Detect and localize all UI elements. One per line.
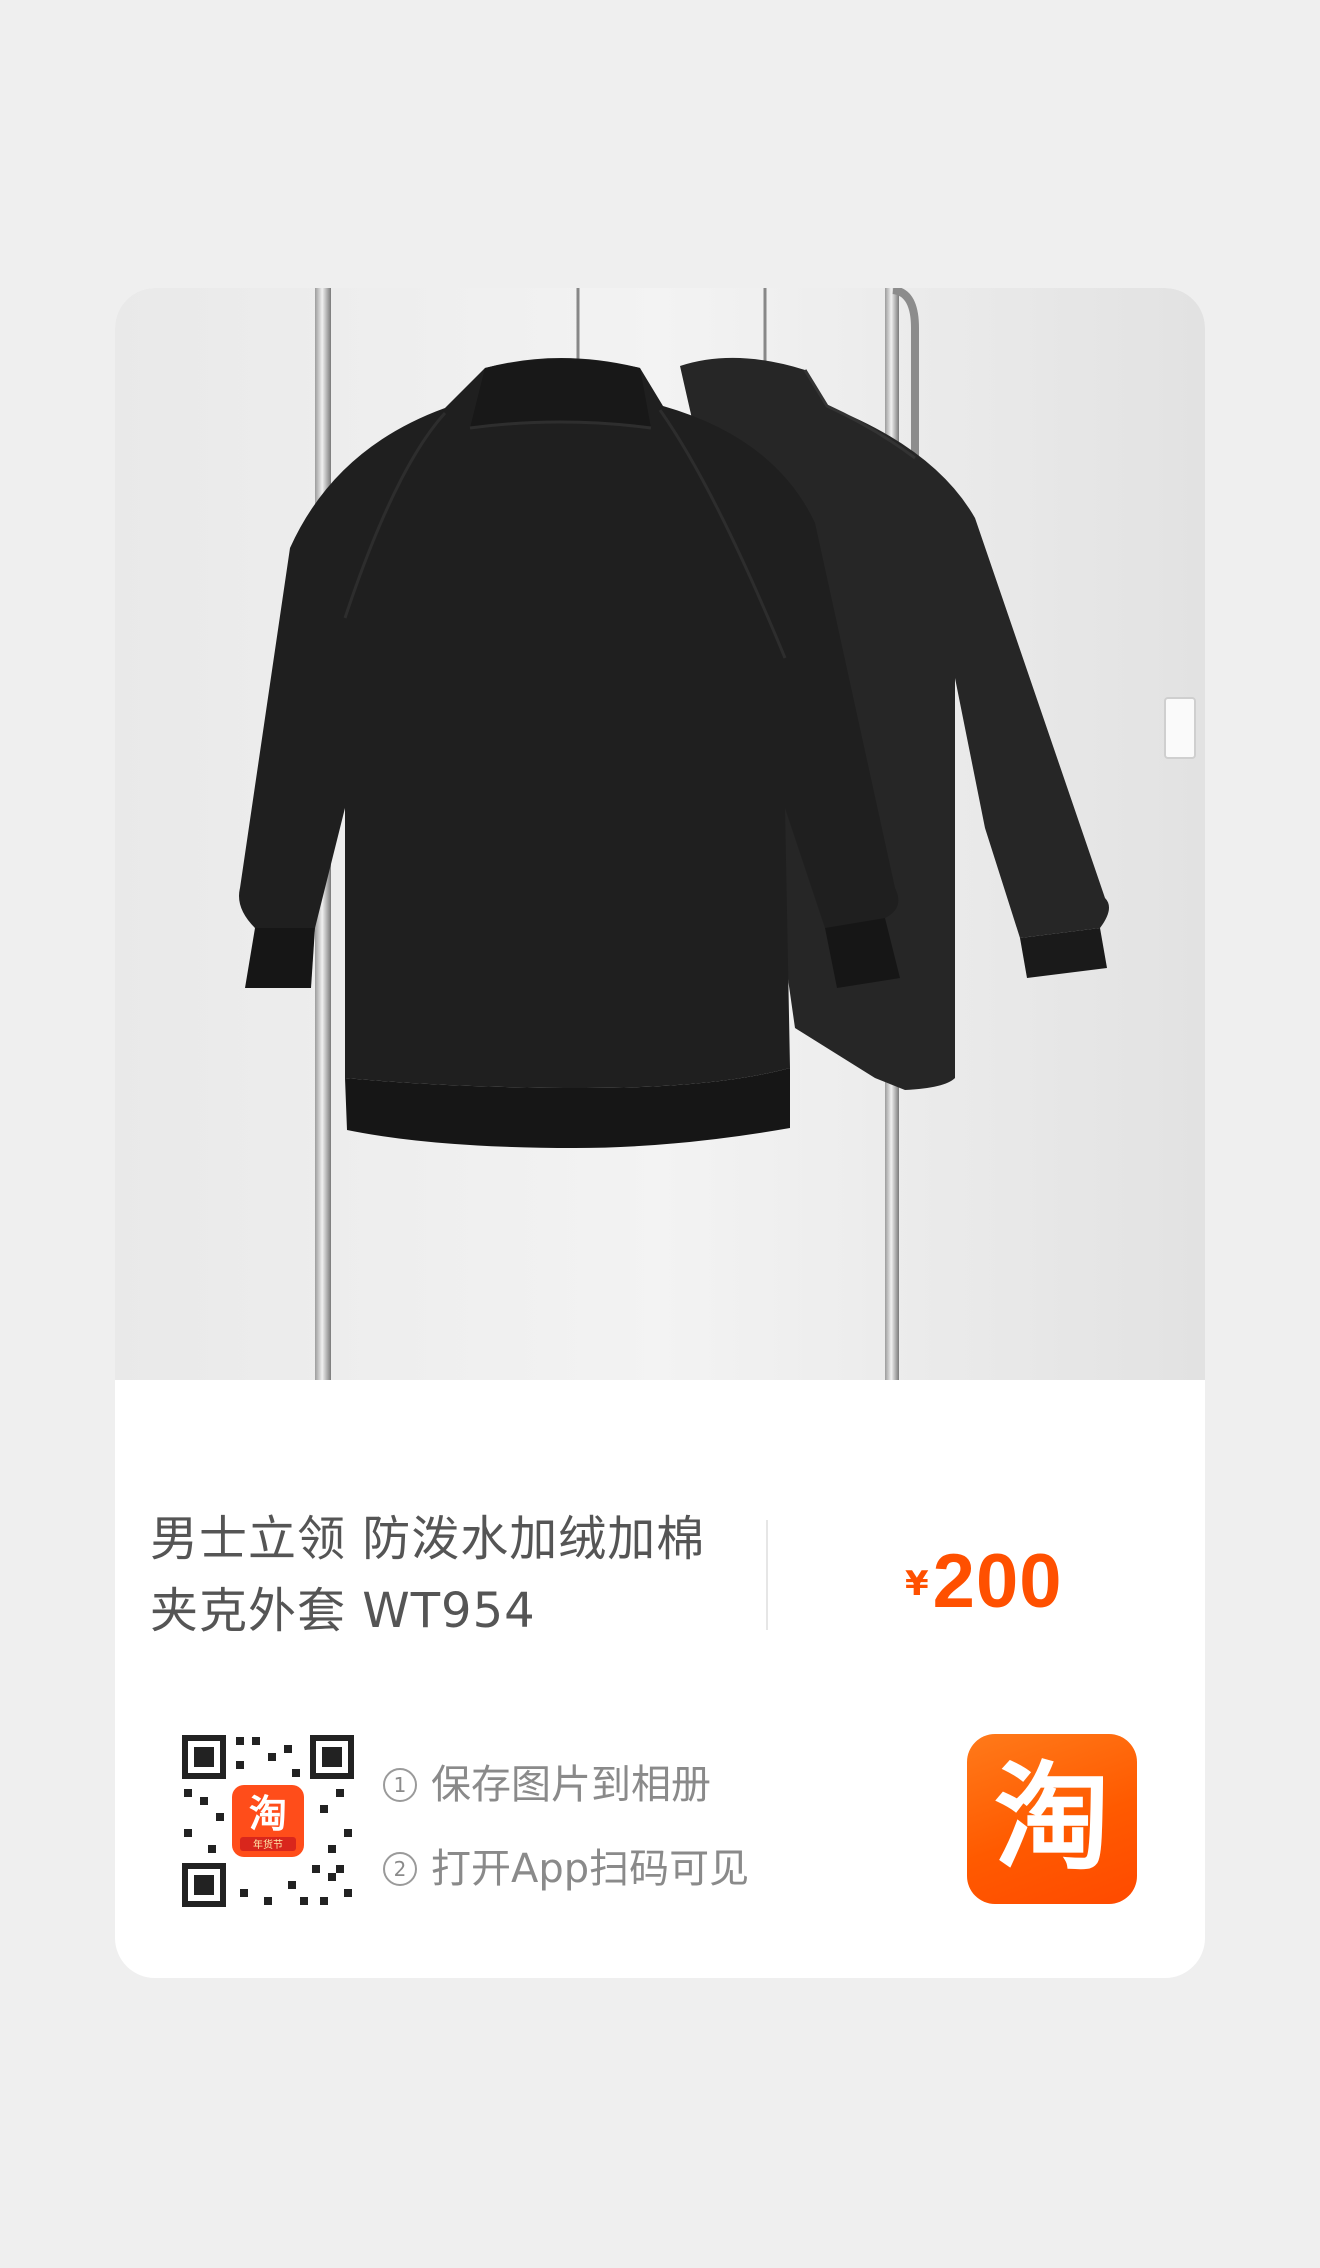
step-text: 保存图片到相册	[431, 1762, 711, 1808]
price-value: 200	[932, 1539, 1063, 1624]
qr-badge-subtitle: 年货节	[253, 1838, 283, 1851]
step-item: 1 保存图片到相册	[383, 1743, 749, 1827]
step-number-icon: 1	[383, 1768, 417, 1802]
divider	[766, 1520, 768, 1630]
product-title-line-1: 男士立领 防泼水加绒加棉	[150, 1511, 706, 1567]
product-price: ¥200	[905, 1538, 1062, 1625]
share-card: 男士立领 防泼水加绒加棉 夹克外套 WT954 ¥200 淘 年货节 1 保存图…	[115, 288, 1205, 1978]
qr-code: 淘 年货节	[180, 1733, 356, 1909]
taobao-logo-icon[interactable]: 淘	[967, 1734, 1137, 1904]
step-number-icon: 2	[383, 1852, 417, 1886]
step-item: 2 打开App扫码可见	[383, 1827, 749, 1911]
qr-badge-glyph: 淘	[249, 1792, 287, 1836]
scan-instructions: 1 保存图片到相册 2 打开App扫码可见	[383, 1743, 749, 1911]
step-text: 打开App扫码可见	[431, 1846, 750, 1892]
product-title-line-2: 夹克外套 WT954	[150, 1583, 536, 1639]
product-photo[interactable]	[115, 288, 1205, 1380]
currency-symbol: ¥	[905, 1564, 929, 1604]
product-title[interactable]: 男士立领 防泼水加绒加棉 夹克外套 WT954	[150, 1503, 750, 1647]
